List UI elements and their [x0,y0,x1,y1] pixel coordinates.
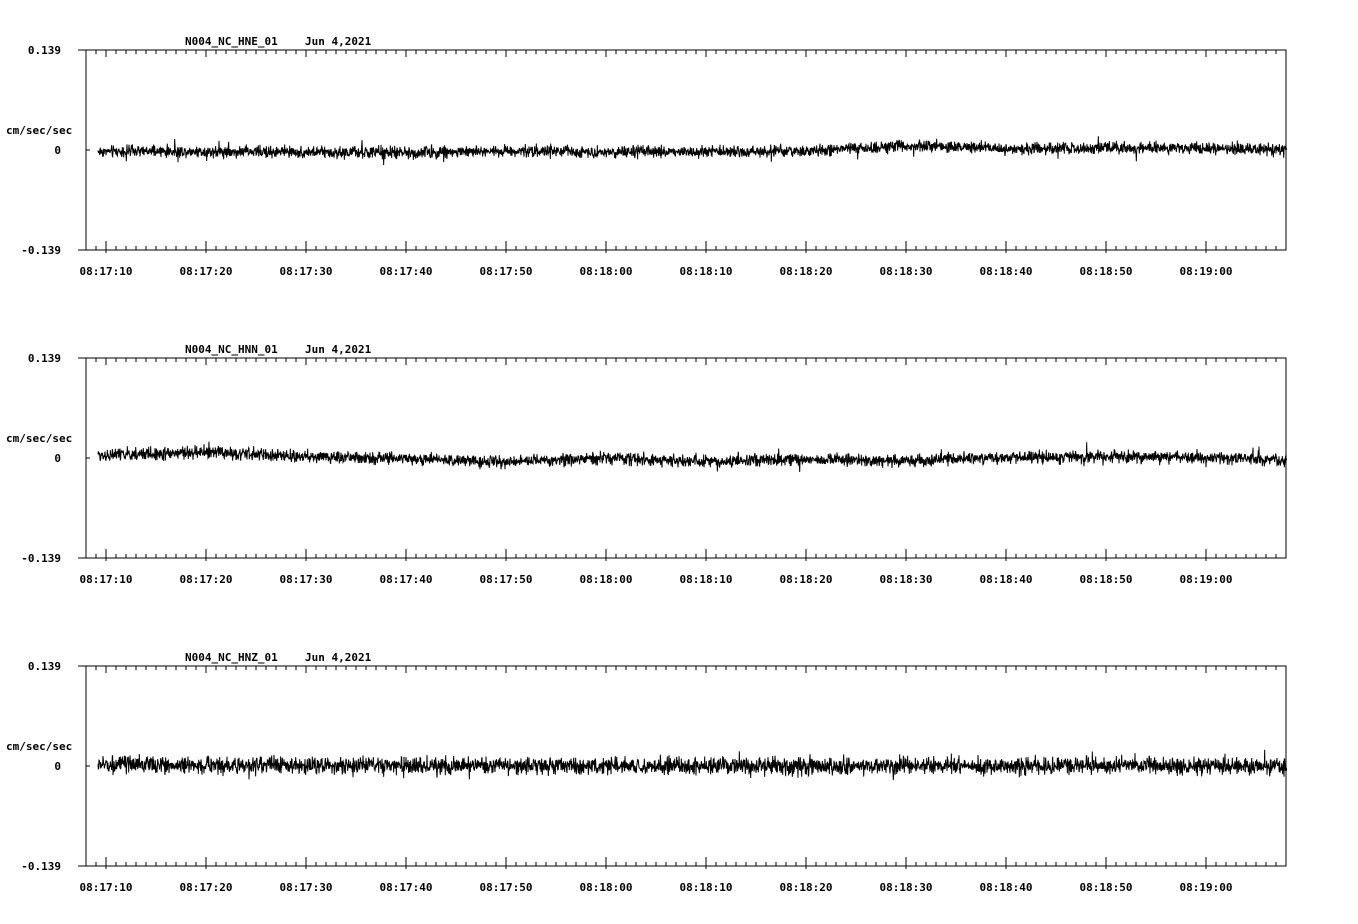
seismogram-figure: N004_NC_HNE_01 Jun 4,2021 0.139 0 -0.139 cm/s… [6,35,1288,894]
y-axis-unit-label: cm/sec/sec [6,124,72,137]
waveform-trace [97,749,1288,781]
xtick-label: 08:19:00 [1180,573,1233,586]
panel-3: N004_NC_HNZ_01 Jun 4,2021 0.139 0 -0.139 cm/s… [6,651,1288,894]
xtick-label: 08:18:30 [880,881,933,894]
xtick-label: 08:17:30 [280,573,333,586]
xtick-label: 08:17:30 [280,881,333,894]
xtick-label: 08:17:10 [80,265,133,278]
channel-date: Jun 4,2021 [305,343,372,356]
channel-title: N004_NC_HNZ_01 [185,651,278,664]
panel-2: N004_NC_HNN_01 Jun 4,2021 0.139 0 -0.139 cm/s… [6,343,1288,586]
ytick-label-top: 0.139 [28,352,61,365]
channel-date: Jun 4,2021 [305,651,372,664]
xtick-label: 08:17:40 [380,573,433,586]
xtick-label: 08:17:30 [280,265,333,278]
xtick-label: 08:17:40 [380,265,433,278]
xtick-label: 08:18:30 [880,265,933,278]
ytick-label-bottom: -0.139 [21,860,61,873]
xtick-label: 08:18:40 [980,881,1033,894]
waveform-trace [97,136,1288,166]
ytick-label-bottom: -0.139 [21,244,61,257]
xtick-label: 08:19:00 [1180,265,1233,278]
ytick-label-top: 0.139 [28,660,61,673]
xtick-label: 08:18:40 [980,573,1033,586]
xtick-label: 08:18:20 [780,881,833,894]
ytick-label-bottom: -0.139 [21,552,61,565]
xtick-label: 08:18:50 [1080,573,1133,586]
xtick-label: 08:18:00 [580,881,633,894]
xtick-label: 08:18:30 [880,573,933,586]
xtick-label: 08:17:50 [480,881,533,894]
y-axis-unit-label: cm/sec/sec [6,740,72,753]
ytick-label-zero: 0 [54,452,61,465]
channel-date: Jun 4,2021 [305,35,372,48]
ytick-label-zero: 0 [54,144,61,157]
xtick-label: 08:18:00 [580,265,633,278]
panel-1: N004_NC_HNE_01 Jun 4,2021 0.139 0 -0.139 cm/s… [6,35,1288,278]
xtick-label: 08:17:20 [180,265,233,278]
xtick-label: 08:17:20 [180,573,233,586]
y-axis-unit-label: cm/sec/sec [6,432,72,445]
channel-title: N004_NC_HNN_01 [185,343,278,356]
xtick-label: 08:17:10 [80,573,133,586]
xtick-label: 08:18:10 [680,573,733,586]
xtick-label: 08:17:40 [380,881,433,894]
xtick-label: 08:18:50 [1080,881,1133,894]
waveform-trace [97,441,1288,473]
xtick-label: 08:18:50 [1080,265,1133,278]
xtick-label: 08:18:20 [780,573,833,586]
xtick-label: 08:17:50 [480,573,533,586]
ytick-label-zero: 0 [54,760,61,773]
xtick-label: 08:18:40 [980,265,1033,278]
xtick-label: 08:17:50 [480,265,533,278]
xtick-label: 08:18:20 [780,265,833,278]
xtick-label: 08:18:00 [580,573,633,586]
xtick-label: 08:17:10 [80,881,133,894]
ytick-label-top: 0.139 [28,44,61,57]
xtick-label: 08:18:10 [680,881,733,894]
channel-title: N004_NC_HNE_01 [185,35,278,48]
xtick-label: 08:18:10 [680,265,733,278]
xtick-label: 08:17:20 [180,881,233,894]
xtick-label: 08:19:00 [1180,881,1233,894]
